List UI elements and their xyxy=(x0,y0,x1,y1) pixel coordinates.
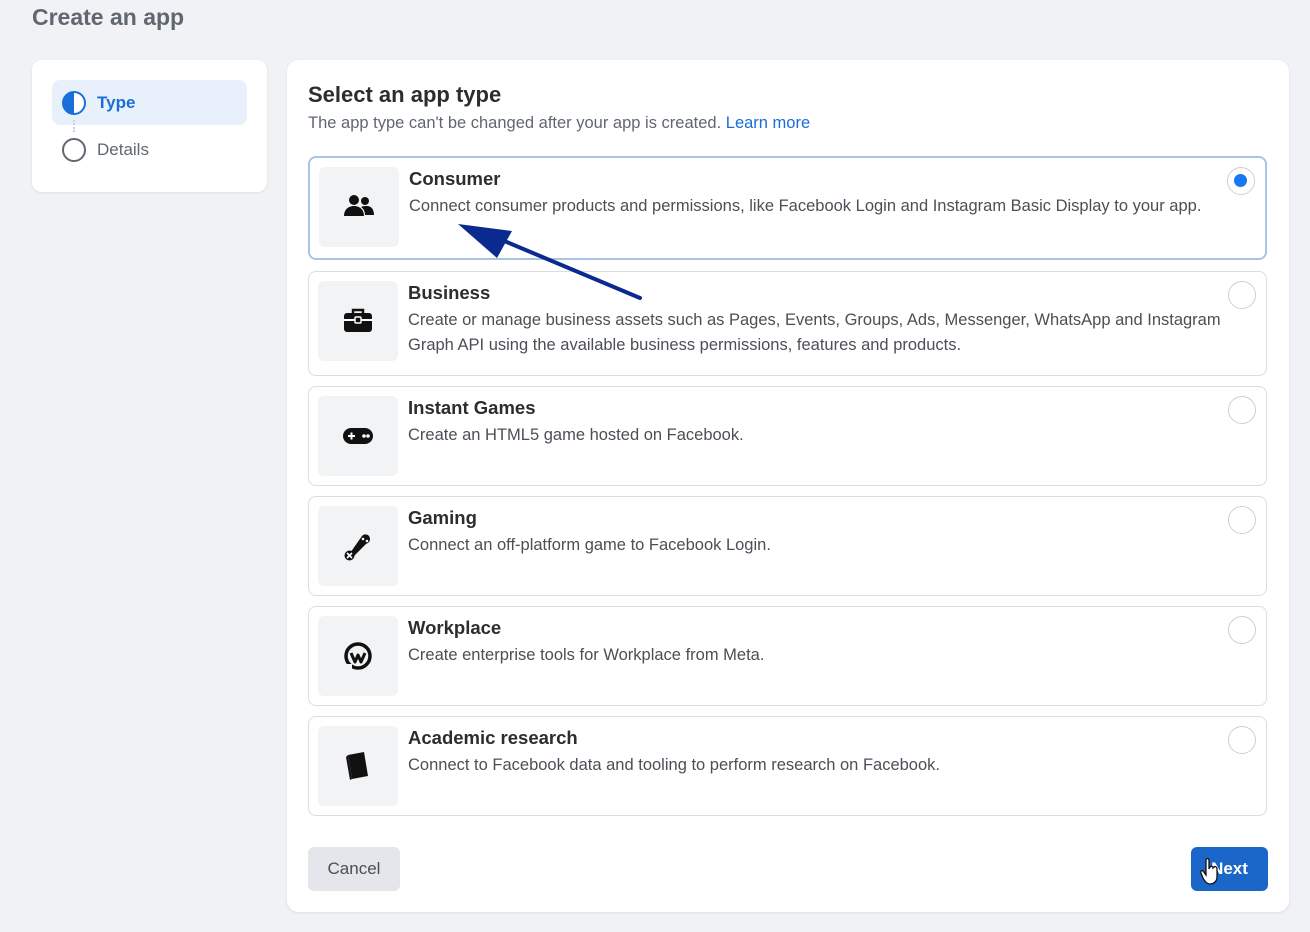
radio-business[interactable] xyxy=(1228,281,1256,309)
radio-workplace[interactable] xyxy=(1228,616,1256,644)
option-description: Connect to Facebook data and tooling to … xyxy=(408,756,940,774)
option-instant-games[interactable]: Instant Games Create an HTML5 game hoste… xyxy=(308,386,1267,486)
option-title: Instant Games xyxy=(408,397,536,418)
option-icon-box xyxy=(319,167,399,247)
option-icon-box xyxy=(318,281,398,361)
panel-heading: Select an app type xyxy=(308,82,502,107)
option-description: Connect an off-platform game to Facebook… xyxy=(408,536,771,554)
option-title: Gaming xyxy=(408,507,477,528)
steps-card: Type Details xyxy=(32,60,267,192)
option-academic-research[interactable]: Academic research Connect to Facebook da… xyxy=(308,716,1267,816)
option-description: Create an HTML5 game hosted on Facebook. xyxy=(408,426,744,444)
subtitle-text: The app type can't be changed after your… xyxy=(308,114,722,132)
radio-consumer[interactable] xyxy=(1227,167,1255,195)
half-circle-icon xyxy=(62,90,86,115)
next-button[interactable]: Next xyxy=(1191,847,1268,891)
radio-gaming[interactable] xyxy=(1228,506,1256,534)
option-workplace[interactable]: Workplace Create enterprise tools for Wo… xyxy=(308,606,1267,706)
step-type[interactable]: Type xyxy=(52,80,247,125)
gamepad-icon xyxy=(343,428,373,444)
option-title: Consumer xyxy=(409,168,501,189)
learn-more-link[interactable]: Learn more xyxy=(726,114,810,132)
page-title: Create an app xyxy=(32,4,185,30)
panel-subtitle: The app type can't be changed after your… xyxy=(308,114,810,133)
workplace-icon xyxy=(344,642,372,670)
option-icon-box xyxy=(318,396,398,476)
app-type-panel: Select an app type The app type can't be… xyxy=(287,60,1289,912)
option-description: Create enterprise tools for Workplace fr… xyxy=(408,646,765,664)
option-icon-box xyxy=(318,726,398,806)
radio-academic-research[interactable] xyxy=(1228,726,1256,754)
option-description: Create or manage business assets such as… xyxy=(408,311,1221,354)
book-icon xyxy=(346,752,368,780)
option-icon-box xyxy=(318,616,398,696)
radio-instant-games[interactable] xyxy=(1228,396,1256,424)
option-business[interactable]: Business Create or manage business asset… xyxy=(308,271,1267,376)
step-label: Type xyxy=(97,92,136,112)
step-label: Details xyxy=(97,139,149,159)
option-title: Workplace xyxy=(408,617,502,638)
option-gaming[interactable]: Gaming Connect an off-platform game to F… xyxy=(308,496,1267,596)
people-icon xyxy=(344,195,374,216)
option-description: Connect consumer products and permission… xyxy=(409,197,1202,215)
game-controller-icon xyxy=(344,534,370,561)
option-title: Business xyxy=(408,282,491,303)
option-icon-box xyxy=(318,506,398,586)
option-title: Academic research xyxy=(408,727,578,748)
briefcase-icon xyxy=(344,308,372,332)
step-details[interactable]: Details xyxy=(52,127,247,172)
cancel-button[interactable]: Cancel xyxy=(308,847,400,891)
empty-circle-icon xyxy=(62,137,86,162)
option-consumer[interactable]: Consumer Connect consumer products and p… xyxy=(308,156,1267,260)
